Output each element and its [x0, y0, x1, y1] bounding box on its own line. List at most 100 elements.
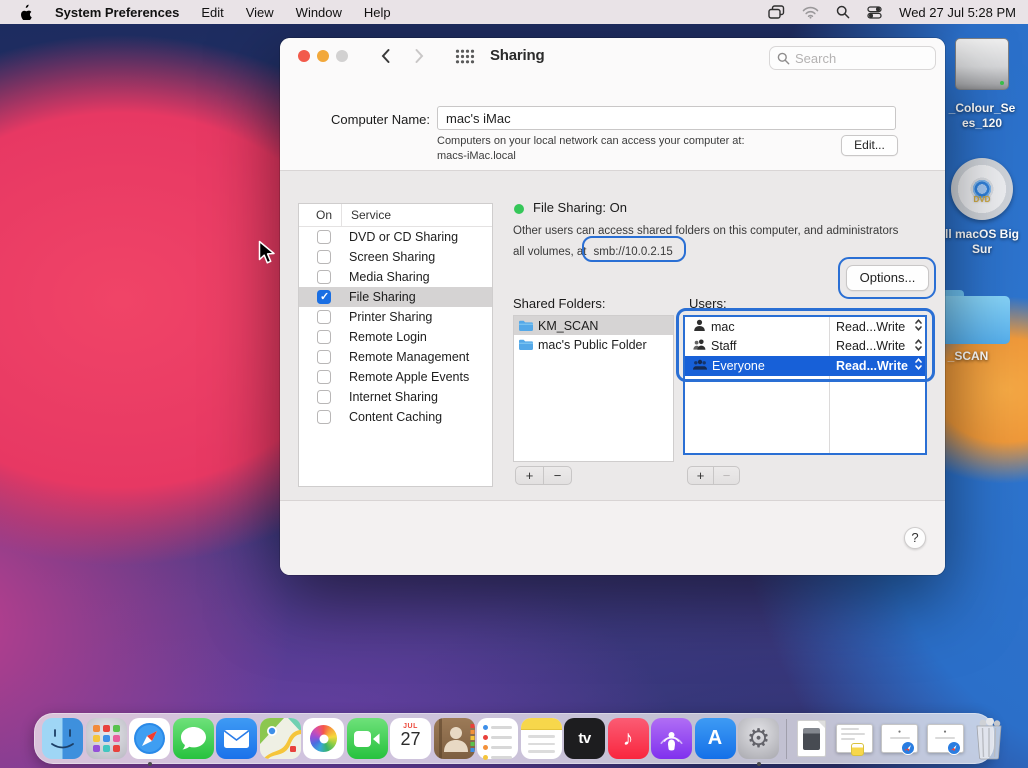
- file-sharing-description: Other users can access shared folders on…: [513, 224, 929, 260]
- service-row-remote-apple-events[interactable]: Remote Apple Events: [299, 367, 492, 387]
- dock-minimized-safari-window-2[interactable]: ●: [927, 724, 964, 753]
- control-center-icon[interactable]: [867, 6, 882, 19]
- remove-shared-folder-button[interactable]: −: [544, 467, 571, 484]
- checkbox[interactable]: [317, 270, 331, 284]
- tv-label: tv: [578, 730, 590, 747]
- services-list: On Service DVD or CD Sharing Screen Shar…: [298, 203, 493, 487]
- menu-edit[interactable]: Edit: [201, 5, 223, 20]
- service-row-dvd-cd-sharing[interactable]: DVD or CD Sharing: [299, 227, 492, 247]
- dock-minimized-notes-window[interactable]: [836, 724, 873, 753]
- dock-maps-icon[interactable]: [260, 718, 301, 759]
- computer-name-description: Computers on your local network can acce…: [437, 134, 745, 163]
- close-button[interactable]: [298, 50, 310, 62]
- dock-mail-icon[interactable]: [216, 718, 257, 759]
- shared-folders-list: KM_SCAN mac's Public Folder: [513, 315, 674, 462]
- photos-pinwheel: [310, 725, 337, 752]
- search-input[interactable]: [795, 51, 915, 66]
- add-user-button[interactable]: +: [688, 467, 713, 484]
- add-shared-folder-button[interactable]: +: [516, 467, 543, 484]
- dock-photos-icon[interactable]: [303, 718, 344, 759]
- menu-app-name[interactable]: System Preferences: [55, 5, 179, 20]
- dock-contacts-icon[interactable]: [434, 718, 475, 759]
- service-row-internet-sharing[interactable]: Internet Sharing: [299, 387, 492, 407]
- permission-dropdown[interactable]: Read...Write: [829, 357, 925, 374]
- dock-safari-icon[interactable]: [129, 718, 170, 759]
- disk-image-glyph: [803, 728, 820, 750]
- checkbox[interactable]: [317, 370, 331, 384]
- shared-folder-row-km-scan[interactable]: KM_SCAN: [514, 316, 673, 335]
- service-row-printer-sharing[interactable]: Printer Sharing: [299, 307, 492, 327]
- user-row-everyone[interactable]: Everyone Read...Write: [685, 356, 925, 376]
- dock-system-preferences-icon[interactable]: ⚙: [738, 718, 779, 759]
- spotlight-icon[interactable]: [836, 5, 850, 19]
- dock-notes-icon[interactable]: [521, 718, 562, 759]
- user-row-mac[interactable]: mac Read...Write: [685, 317, 925, 337]
- options-button[interactable]: Options...: [846, 265, 929, 291]
- stepper-chevrons-icon: [914, 357, 923, 374]
- sharing-window: Sharing Computer Name: Computers on your…: [280, 38, 945, 575]
- desktop-icon-hard-drive[interactable]: _Colour_Se es_120: [938, 38, 1026, 131]
- dock-minimized-safari-window[interactable]: ●: [881, 724, 918, 753]
- dock-finder-icon[interactable]: [42, 718, 83, 759]
- menu-help[interactable]: Help: [364, 5, 391, 20]
- mouse-cursor: [258, 240, 276, 271]
- dock-appstore-icon[interactable]: A: [695, 718, 736, 759]
- window-title: Sharing: [490, 47, 544, 64]
- dock-trash-icon[interactable]: [972, 718, 1006, 760]
- help-button[interactable]: ?: [904, 527, 926, 549]
- appstore-a-glyph: A: [708, 727, 722, 750]
- dvd-disc-icon: DVD: [951, 158, 1013, 220]
- window-switcher-icon[interactable]: [768, 5, 785, 19]
- menu-window[interactable]: Window: [296, 5, 342, 20]
- show-all-preferences-icon[interactable]: [455, 49, 475, 69]
- service-row-content-caching[interactable]: Content Caching: [299, 407, 492, 427]
- service-row-screen-sharing[interactable]: Screen Sharing: [299, 247, 492, 267]
- column-header-service: Service: [341, 204, 391, 226]
- checkbox[interactable]: [317, 330, 331, 344]
- checkbox[interactable]: [317, 310, 331, 324]
- music-note-icon: ♪: [623, 727, 634, 751]
- checkbox[interactable]: [317, 350, 331, 364]
- status-green-dot: [514, 204, 524, 214]
- checkbox[interactable]: [317, 410, 331, 424]
- permission-dropdown[interactable]: Read...Write: [829, 318, 925, 335]
- dock-reminders-icon[interactable]: [477, 718, 518, 759]
- checkbox[interactable]: [317, 230, 331, 244]
- search-field[interactable]: [769, 46, 936, 70]
- computer-name-input[interactable]: [437, 106, 896, 130]
- dock-music-icon[interactable]: ♪: [608, 718, 649, 759]
- checkbox[interactable]: [317, 390, 331, 404]
- zoom-button[interactable]: [336, 50, 348, 62]
- forward-button[interactable]: [414, 48, 425, 69]
- menu-clock[interactable]: Wed 27 Jul 5:28 PM: [899, 5, 1016, 20]
- dock-tv-icon[interactable]: tv: [564, 718, 605, 759]
- dock-podcasts-icon[interactable]: [651, 718, 692, 759]
- dock-messages-icon[interactable]: [173, 718, 214, 759]
- permission-dropdown[interactable]: Read...Write: [829, 338, 925, 355]
- shared-folder-row-public-folder[interactable]: mac's Public Folder: [514, 335, 673, 354]
- service-row-remote-management[interactable]: Remote Management: [299, 347, 492, 367]
- menu-view[interactable]: View: [246, 5, 274, 20]
- dock-launchpad-icon[interactable]: [86, 718, 127, 759]
- minimize-button[interactable]: [317, 50, 329, 62]
- back-button[interactable]: [380, 48, 391, 69]
- shared-folders-label: Shared Folders:: [513, 296, 606, 311]
- desktop-icon-install-dvd[interactable]: DVD ll macOS Big Sur: [936, 158, 1028, 257]
- apple-menu-icon[interactable]: [20, 4, 33, 20]
- dock-facetime-icon[interactable]: [347, 718, 388, 759]
- dock-calendar-icon[interactable]: JUL 27: [390, 718, 431, 759]
- service-row-remote-login[interactable]: Remote Login: [299, 327, 492, 347]
- hard-drive-icon: [955, 38, 1009, 90]
- service-row-file-sharing[interactable]: File Sharing: [299, 287, 492, 307]
- folder-icon: [518, 319, 534, 332]
- edit-button[interactable]: Edit...: [841, 135, 898, 156]
- checkbox-checked[interactable]: [317, 290, 331, 304]
- user-row-staff[interactable]: Staff Read...Write: [685, 337, 925, 357]
- wifi-icon[interactable]: [802, 6, 819, 19]
- smb-address-link[interactable]: smb://10.0.2.15: [587, 246, 673, 258]
- service-row-media-sharing[interactable]: Media Sharing: [299, 267, 492, 287]
- dock: JUL 27 tv ♪ A ⚙ ● ●: [34, 713, 994, 764]
- dock-document-icon[interactable]: [797, 720, 826, 757]
- checkbox[interactable]: [317, 250, 331, 264]
- remove-user-button[interactable]: −: [714, 467, 739, 484]
